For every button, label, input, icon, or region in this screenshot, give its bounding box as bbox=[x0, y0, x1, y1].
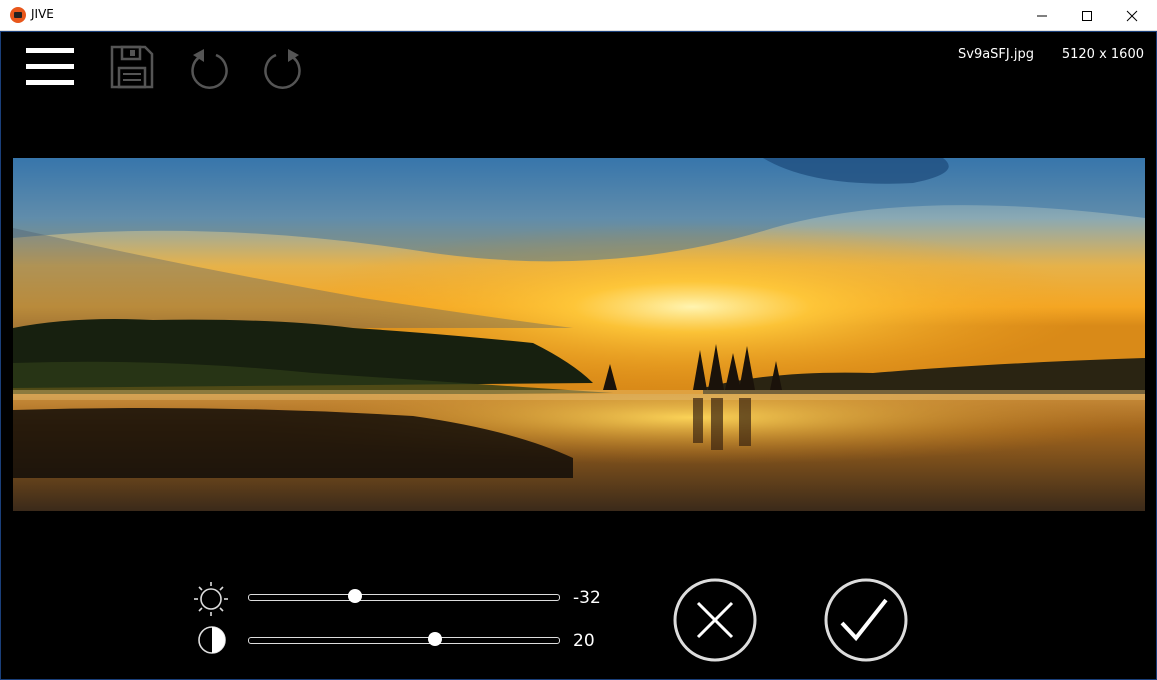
menu-button[interactable] bbox=[23, 44, 77, 90]
save-button[interactable] bbox=[107, 43, 157, 91]
cancel-button[interactable] bbox=[673, 578, 757, 662]
image-preview bbox=[13, 158, 1145, 511]
minimize-icon bbox=[1037, 15, 1047, 16]
maximize-button[interactable] bbox=[1064, 0, 1110, 31]
contrast-slider-thumb[interactable] bbox=[428, 632, 442, 646]
title-bar: JIVE bbox=[0, 0, 1157, 31]
brightness-slider[interactable] bbox=[248, 589, 560, 603]
save-icon bbox=[110, 45, 154, 89]
contrast-value: 20 bbox=[573, 631, 595, 651]
brightness-value: -32 bbox=[573, 588, 601, 608]
undo-icon bbox=[191, 49, 228, 89]
redo-button[interactable] bbox=[260, 46, 306, 90]
minimize-button[interactable] bbox=[1019, 0, 1065, 31]
window-title: JIVE bbox=[31, 7, 54, 21]
confirm-button[interactable] bbox=[824, 578, 908, 662]
editor-area: Sv9aSFJ.jpg 5120 x 1600 -32 20 bbox=[0, 31, 1157, 680]
file-name: Sv9aSFJ.jpg bbox=[958, 47, 1034, 62]
contrast-slider[interactable] bbox=[248, 632, 560, 646]
sun-icon bbox=[194, 582, 228, 616]
checkmark-circle-icon bbox=[824, 578, 908, 662]
brightness-control bbox=[193, 582, 229, 616]
close-icon bbox=[1126, 10, 1138, 21]
maximize-icon bbox=[1082, 10, 1092, 21]
image-dimensions: 5120 x 1600 bbox=[1061, 47, 1144, 62]
brightness-slider-thumb[interactable] bbox=[348, 589, 362, 603]
redo-icon bbox=[264, 49, 301, 89]
close-circle-icon bbox=[673, 578, 757, 662]
menu-icon bbox=[26, 48, 74, 85]
contrast-icon bbox=[198, 626, 226, 654]
close-window-button[interactable] bbox=[1109, 0, 1155, 31]
undo-button[interactable] bbox=[186, 46, 232, 90]
contrast-control bbox=[196, 624, 228, 656]
app-logo-icon bbox=[10, 7, 26, 23]
